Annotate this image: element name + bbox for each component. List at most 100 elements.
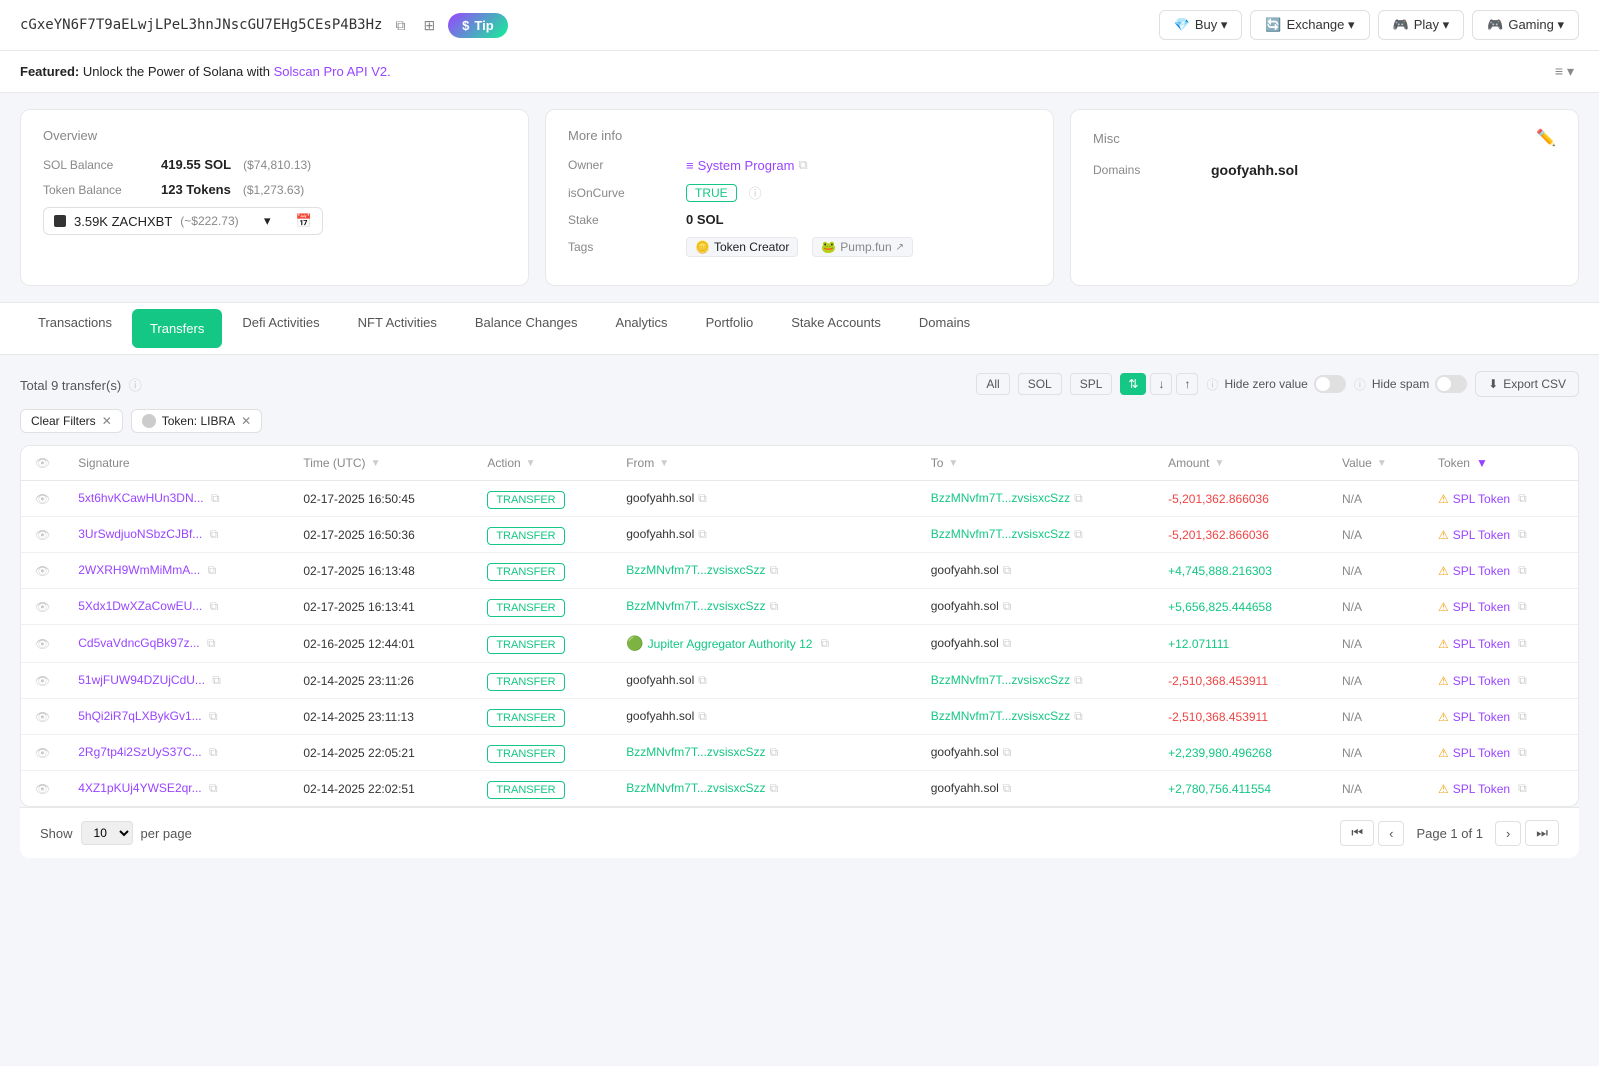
copy-address-button[interactable]: ⧉	[390, 15, 410, 36]
all-filter-button[interactable]: All	[976, 373, 1009, 395]
tab-portfolio[interactable]: Portfolio	[688, 303, 772, 354]
token-copy-icon[interactable]: ⧉	[1518, 491, 1527, 506]
signature-link[interactable]: 5Xdx1DwXZaCowEU...	[78, 599, 202, 613]
tab-analytics[interactable]: Analytics	[598, 303, 686, 354]
row-eye-icon[interactable]: 👁	[35, 564, 50, 578]
to-copy-icon[interactable]: ⧉	[1003, 781, 1012, 795]
tab-stake-accounts[interactable]: Stake Accounts	[773, 303, 899, 354]
to-copy-icon[interactable]: ⧉	[1003, 745, 1012, 759]
token-dropdown[interactable]: 3.59K ZACHXBT (~$222.73) ▾ 📅	[43, 207, 323, 235]
signature-link[interactable]: 5hQi2iR7qLXBykGv1...	[78, 709, 201, 723]
featured-link[interactable]: Solscan Pro API V2.	[274, 64, 391, 79]
from-link[interactable]: BzzMNvfm7T...zvsisxcSzz	[626, 563, 765, 577]
to-copy-icon[interactable]: ⧉	[1003, 636, 1012, 650]
featured-menu-button[interactable]: ≡ ▾	[1550, 61, 1579, 82]
from-copy-icon[interactable]: ⧉	[820, 636, 829, 651]
buy-button[interactable]: 💎 Buy ▾	[1159, 10, 1243, 40]
to-filter-icon[interactable]: ▼	[948, 458, 958, 469]
row-eye-icon[interactable]: 👁	[35, 637, 50, 651]
hide-zero-toggle-switch[interactable]	[1314, 375, 1346, 393]
signature-link[interactable]: 2Rg7tp4i2SzUyS37C...	[78, 745, 201, 759]
gaming-button[interactable]: 🎮 Gaming ▾	[1472, 10, 1579, 40]
to-copy-icon[interactable]: ⧉	[1003, 563, 1012, 577]
sort-both-button[interactable]: ⇅	[1120, 373, 1146, 395]
to-copy-icon[interactable]: ⧉	[1003, 599, 1012, 613]
signature-link[interactable]: 5xt6hvKCawHUn3DN...	[78, 491, 203, 505]
token-copy-icon[interactable]: ⧉	[1518, 527, 1527, 542]
from-copy-icon[interactable]: ⧉	[770, 563, 779, 577]
spl-filter-button[interactable]: SPL	[1070, 373, 1113, 395]
last-page-button[interactable]: ⏭	[1525, 820, 1559, 846]
play-button[interactable]: 🎮 Play ▾	[1378, 10, 1465, 40]
clear-filters-x-icon[interactable]: ✕	[102, 414, 112, 428]
sig-copy-icon[interactable]: ⧉	[208, 563, 217, 577]
amount-filter-icon[interactable]: ▼	[1214, 458, 1224, 469]
from-link[interactable]: BzzMNvfm7T...zvsisxcSzz	[626, 599, 765, 613]
token-link[interactable]: SPL Token	[1453, 782, 1510, 796]
row-eye-icon[interactable]: 👁	[35, 710, 50, 724]
hide-spam-toggle-switch[interactable]	[1435, 375, 1467, 393]
to-link[interactable]: BzzMNvfm7T...zvsisxcSzz	[931, 673, 1070, 687]
token-copy-icon[interactable]: ⧉	[1518, 563, 1527, 578]
sort-down-button[interactable]: ↓	[1150, 373, 1172, 395]
to-link[interactable]: BzzMNvfm7T...zvsisxcSzz	[931, 527, 1070, 541]
row-eye-icon[interactable]: 👁	[35, 600, 50, 614]
token-copy-icon[interactable]: ⧉	[1518, 636, 1527, 651]
token-copy-icon[interactable]: ⧉	[1518, 745, 1527, 760]
to-copy-icon[interactable]: ⧉	[1074, 491, 1083, 505]
from-link[interactable]: BzzMNvfm7T...zvsisxcSzz	[626, 745, 765, 759]
signature-link[interactable]: 4XZ1pKUj4YWSE2qr...	[78, 781, 201, 795]
signature-link[interactable]: 3UrSwdjuoNSbzCJBf...	[78, 527, 202, 541]
from-copy-icon[interactable]: ⧉	[770, 781, 779, 795]
from-copy-icon[interactable]: ⧉	[698, 673, 707, 687]
token-link[interactable]: SPL Token	[1453, 710, 1510, 724]
token-copy-icon[interactable]: ⧉	[1518, 709, 1527, 724]
calendar-icon[interactable]: 📅	[296, 213, 312, 229]
token-link[interactable]: SPL Token	[1453, 674, 1510, 688]
signature-link[interactable]: Cd5vaVdncGqBk97z...	[78, 636, 199, 650]
time-filter-icon[interactable]: ▼	[371, 458, 381, 469]
to-link[interactable]: BzzMNvfm7T...zvsisxcSzz	[931, 491, 1070, 505]
to-copy-icon[interactable]: ⧉	[1074, 527, 1083, 541]
from-copy-icon[interactable]: ⧉	[770, 599, 779, 613]
next-page-button[interactable]: ›	[1495, 821, 1521, 846]
sol-filter-button[interactable]: SOL	[1018, 373, 1062, 395]
signature-link[interactable]: 2WXRH9WmMiMmA...	[78, 563, 200, 577]
token-filter-x-icon[interactable]: ✕	[241, 414, 251, 428]
from-copy-icon[interactable]: ⧉	[698, 709, 707, 723]
sig-copy-icon[interactable]: ⧉	[210, 599, 219, 613]
from-filter-icon[interactable]: ▼	[659, 458, 669, 469]
from-copy-icon[interactable]: ⧉	[698, 491, 707, 505]
tab-balance-changes[interactable]: Balance Changes	[457, 303, 596, 354]
token-link[interactable]: SPL Token	[1453, 600, 1510, 614]
sig-copy-icon[interactable]: ⧉	[209, 709, 218, 723]
row-eye-icon[interactable]: 👁	[35, 782, 50, 796]
tab-domains[interactable]: Domains	[901, 303, 988, 354]
sig-copy-icon[interactable]: ⧉	[211, 491, 220, 505]
to-copy-icon[interactable]: ⧉	[1074, 709, 1083, 723]
first-page-button[interactable]: ⏮	[1340, 820, 1374, 846]
sig-copy-icon[interactable]: ⧉	[209, 781, 218, 795]
qr-button[interactable]: ⊞	[418, 15, 440, 36]
sig-copy-icon[interactable]: ⧉	[207, 636, 216, 650]
tip-button[interactable]: $ Tip	[448, 13, 508, 38]
action-filter-icon[interactable]: ▼	[526, 458, 536, 469]
misc-edit-button[interactable]: ✏️	[1536, 128, 1556, 148]
owner-link[interactable]: ≡ System Program ⧉	[686, 157, 808, 173]
clear-filters-tag[interactable]: Clear Filters ✕	[20, 409, 123, 433]
tab-defi-activities[interactable]: Defi Activities	[224, 303, 337, 354]
token-link[interactable]: SPL Token	[1453, 528, 1510, 542]
tab-transfers[interactable]: Transfers	[132, 309, 222, 348]
row-eye-icon[interactable]: 👁	[35, 746, 50, 760]
token-link[interactable]: SPL Token	[1453, 746, 1510, 760]
from-link[interactable]: Jupiter Aggregator Authority 12	[648, 637, 813, 651]
value-filter-icon[interactable]: ▼	[1377, 458, 1387, 469]
row-eye-icon[interactable]: 👁	[35, 674, 50, 688]
sig-copy-icon[interactable]: ⧉	[209, 745, 218, 759]
token-link[interactable]: SPL Token	[1453, 492, 1510, 506]
token-copy-icon[interactable]: ⧉	[1518, 599, 1527, 614]
token-copy-icon[interactable]: ⧉	[1518, 781, 1527, 796]
tab-transactions[interactable]: Transactions	[20, 303, 130, 354]
token-filter-active-icon[interactable]: ▼	[1476, 456, 1488, 470]
sig-copy-icon[interactable]: ⧉	[212, 673, 221, 687]
